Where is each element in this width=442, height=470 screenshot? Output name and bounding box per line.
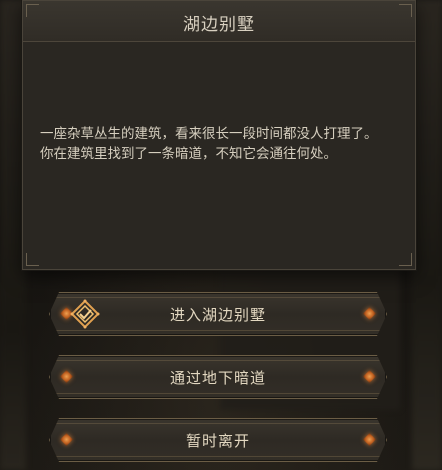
dialog-description: 一座杂草丛生的建筑，看来很长一段时间都没人打理了。 你在建筑里找到了一条暗道，不… — [40, 124, 400, 164]
game-scene: 湖边别墅 一座杂草丛生的建筑，看来很长一段时间都没人打理了。 你在建筑里找到了一… — [0, 0, 442, 470]
description-line: 你在建筑里找到了一条暗道，不知它会通往何处。 — [40, 146, 337, 162]
corner-ornament — [399, 253, 412, 266]
option-underground-passage-button[interactable]: 通过地下暗道 — [49, 355, 387, 399]
option-label: 进入湖边别墅 — [169, 306, 266, 324]
background-pillar-right — [412, 0, 442, 470]
option-label: 通过地下暗道 — [169, 369, 266, 387]
option-leave-button[interactable]: 暂时离开 — [49, 418, 387, 462]
event-dialog: 湖边别墅 一座杂草丛生的建筑，看来很长一段时间都没人打理了。 你在建筑里找到了一… — [22, 0, 416, 270]
option-enter-villa-button[interactable]: 进入湖边别墅 — [49, 292, 387, 336]
description-line: 一座杂草丛生的建筑，看来很长一段时间都没人打理了。 — [40, 126, 378, 142]
corner-ornament — [26, 253, 39, 266]
corner-ornament — [399, 4, 412, 17]
option-label: 暂时离开 — [185, 432, 250, 450]
dialog-title-bar: 湖边别墅 — [23, 1, 415, 42]
corner-ornament — [26, 4, 39, 17]
dialog-title: 湖边别墅 — [183, 15, 255, 35]
